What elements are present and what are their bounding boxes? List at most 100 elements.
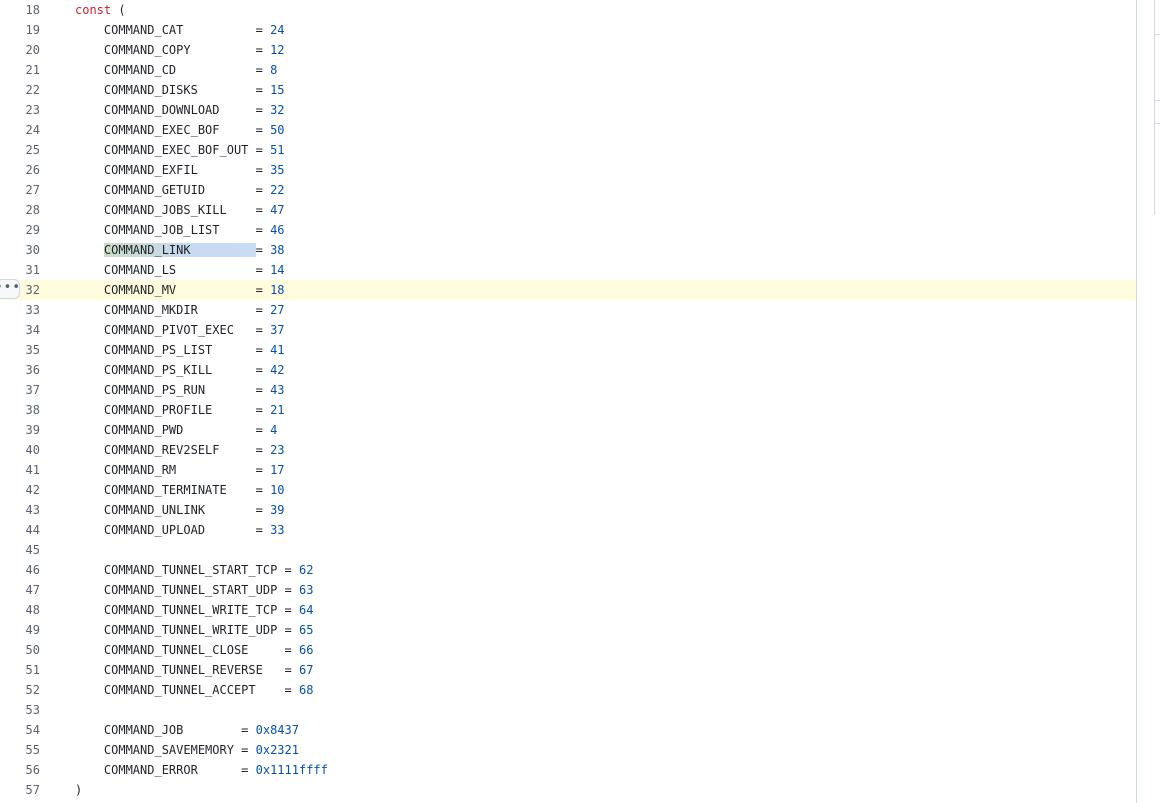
line-number[interactable]: 44 bbox=[0, 520, 40, 540]
code-text: COMMAND_TUNNEL_REVERSE = 67 bbox=[75, 660, 314, 680]
number-token: 43 bbox=[270, 383, 285, 397]
line-number[interactable]: 56 bbox=[0, 760, 40, 780]
number-token: 12 bbox=[270, 43, 285, 57]
code-token: COMMAND_TUNNEL_START_TCP = bbox=[75, 563, 299, 577]
line-number[interactable]: 36 bbox=[0, 360, 40, 380]
line-number[interactable]: 19 bbox=[0, 20, 40, 40]
code-line: 30 COMMAND_LINK = 38 bbox=[0, 240, 1136, 260]
code-line: 57) bbox=[0, 780, 1136, 800]
line-number[interactable]: 26 bbox=[0, 160, 40, 180]
line-number[interactable]: 27 bbox=[0, 180, 40, 200]
code-token: COMMAND_EXFIL = bbox=[75, 163, 271, 177]
code-text: COMMAND_RM = 17 bbox=[75, 460, 285, 480]
line-number[interactable]: 42 bbox=[0, 480, 40, 500]
line-options-button[interactable]: ••• bbox=[0, 279, 20, 299]
code-line: 40 COMMAND_REV2SELF = 23 bbox=[0, 440, 1136, 460]
line-number[interactable]: 23 bbox=[0, 100, 40, 120]
line-number[interactable]: 38 bbox=[0, 400, 40, 420]
line-number[interactable]: 18 bbox=[0, 0, 40, 20]
line-number[interactable]: 49 bbox=[0, 620, 40, 640]
line-number[interactable]: 37 bbox=[0, 380, 40, 400]
code-token: COMMAND_PS_RUN = bbox=[75, 383, 271, 397]
number-token: 62 bbox=[298, 563, 314, 577]
line-number[interactable]: 39 bbox=[0, 420, 40, 440]
line-number[interactable]: 29 bbox=[0, 220, 40, 240]
number-token: 41 bbox=[270, 343, 285, 357]
code-text: COMMAND_PROFILE = 21 bbox=[75, 400, 285, 420]
line-number[interactable]: 55 bbox=[0, 740, 40, 760]
code-text: COMMAND_EXEC_BOF = 50 bbox=[75, 120, 285, 140]
line-number[interactable]: 57 bbox=[0, 780, 40, 800]
line-number[interactable]: 52 bbox=[0, 680, 40, 700]
line-number[interactable]: 45 bbox=[0, 540, 40, 560]
line-number[interactable]: 54 bbox=[0, 720, 40, 740]
side-panel-divider bbox=[1154, 123, 1160, 124]
line-number[interactable]: 35 bbox=[0, 340, 40, 360]
line-number[interactable]: 24 bbox=[0, 120, 40, 140]
line-number[interactable]: 33 bbox=[0, 300, 40, 320]
line-number[interactable]: 22 bbox=[0, 80, 40, 100]
code-token: COMMAND_MV = bbox=[75, 283, 271, 297]
line-number[interactable]: 46 bbox=[0, 560, 40, 580]
code-line: 53 bbox=[0, 700, 1136, 720]
line-number[interactable]: 34 bbox=[0, 320, 40, 340]
code-token: COMMAND_COPY = bbox=[75, 43, 271, 57]
code-line: 49 COMMAND_TUNNEL_WRITE_UDP = 65 bbox=[0, 620, 1136, 640]
code-token: COMMAND_CAT = bbox=[75, 23, 271, 37]
code-token: ) bbox=[75, 783, 83, 797]
line-number[interactable]: 51 bbox=[0, 660, 40, 680]
line-number[interactable]: 43 bbox=[0, 500, 40, 520]
code-text: const ( bbox=[75, 0, 126, 20]
code-token: COMMAND_EXEC_BOF_OUT = bbox=[75, 143, 271, 157]
number-token: 33 bbox=[270, 523, 285, 537]
code-text: COMMAND_COPY = 12 bbox=[75, 40, 285, 60]
line-number[interactable]: 31 bbox=[0, 260, 40, 280]
code-text: COMMAND_TERMINATE = 10 bbox=[75, 480, 285, 500]
code-text: COMMAND_LS = 14 bbox=[75, 260, 285, 280]
code-line: 25 COMMAND_EXEC_BOF_OUT = 51 bbox=[0, 140, 1136, 160]
code-text: COMMAND_MV = 18 bbox=[75, 280, 285, 300]
code-token: COMMAND_TUNNEL_ACCEPT = bbox=[75, 683, 299, 697]
line-number[interactable]: 50 bbox=[0, 640, 40, 660]
code-text: COMMAND_JOBS_KILL = 47 bbox=[75, 200, 285, 220]
code-text: COMMAND_TUNNEL_WRITE_TCP = 64 bbox=[75, 600, 314, 620]
code-line: 34 COMMAND_PIVOT_EXEC = 37 bbox=[0, 320, 1136, 340]
number-token: 8 bbox=[270, 63, 278, 77]
code-token: COMMAND_TUNNEL_REVERSE = bbox=[75, 663, 299, 677]
number-token: 37 bbox=[270, 323, 285, 337]
code-text: COMMAND_UPLOAD = 33 bbox=[75, 520, 285, 540]
code-line: 56 COMMAND_ERROR = 0x1111ffff bbox=[0, 760, 1136, 780]
line-number[interactable]: 20 bbox=[0, 40, 40, 60]
code-token: COMMAND_TUNNEL_START_UDP = bbox=[75, 583, 299, 597]
code-text: COMMAND_PS_RUN = 43 bbox=[75, 380, 285, 400]
code-line: 42 COMMAND_TERMINATE = 10 bbox=[0, 480, 1136, 500]
line-number[interactable]: 21 bbox=[0, 60, 40, 80]
code-token: COMMAND_PWD = bbox=[75, 423, 271, 437]
line-number[interactable]: 41 bbox=[0, 460, 40, 480]
number-token: 10 bbox=[270, 483, 285, 497]
code-line: 28 COMMAND_JOBS_KILL = 47 bbox=[0, 200, 1136, 220]
line-number[interactable]: 47 bbox=[0, 580, 40, 600]
line-number[interactable]: 48 bbox=[0, 600, 40, 620]
code-line: 47 COMMAND_TUNNEL_START_UDP = 63 bbox=[0, 580, 1136, 600]
code-token: COMMAND_JOB_LIST = bbox=[75, 223, 271, 237]
code-line: 35 COMMAND_PS_LIST = 41 bbox=[0, 340, 1136, 360]
code-line: 52 COMMAND_TUNNEL_ACCEPT = 68 bbox=[0, 680, 1136, 700]
code-text: COMMAND_TUNNEL_CLOSE = 66 bbox=[75, 640, 314, 660]
line-number[interactable]: 28 bbox=[0, 200, 40, 220]
code-token: COMMAND_GETUID = bbox=[75, 183, 271, 197]
line-number[interactable]: 25 bbox=[0, 140, 40, 160]
number-token: 4 bbox=[270, 423, 278, 437]
number-token: 14 bbox=[270, 263, 285, 277]
code-token: COMMAND_JOBS_KILL = bbox=[75, 203, 271, 217]
line-number[interactable]: 30 bbox=[0, 240, 40, 260]
line-number[interactable]: 40 bbox=[0, 440, 40, 460]
code-line: 55 COMMAND_SAVEMEMORY = 0x2321 bbox=[0, 740, 1136, 760]
code-text: COMMAND_PS_KILL = 42 bbox=[75, 360, 285, 380]
side-panel-divider bbox=[1154, 34, 1160, 35]
code-text: COMMAND_ERROR = 0x1111ffff bbox=[75, 760, 328, 780]
line-number[interactable]: 53 bbox=[0, 700, 40, 720]
number-token: 0x2321 bbox=[255, 743, 299, 757]
code-line: 32 COMMAND_MV = 18 bbox=[0, 280, 1136, 300]
